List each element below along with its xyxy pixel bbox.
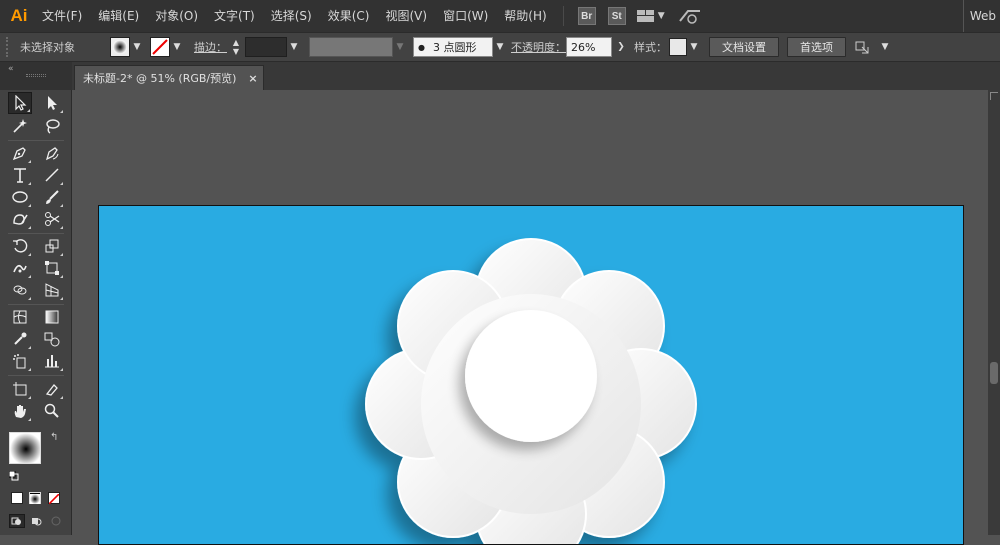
menu-object[interactable]: 对象(O) [147, 0, 206, 32]
ellipse-tool-icon[interactable] [8, 186, 32, 208]
magic-wand-tool-icon[interactable] [8, 115, 32, 137]
lasso-tool-icon[interactable] [40, 115, 64, 137]
width-tool-icon[interactable] [8, 257, 32, 279]
stroke-weight-field[interactable] [245, 37, 287, 57]
align-dropdown-icon[interactable]: ▼ [878, 37, 892, 57]
stock-button[interactable]: St [607, 7, 626, 25]
symbol-sprayer-tool-icon[interactable] [8, 350, 32, 372]
scissors-tool-icon[interactable] [40, 208, 64, 230]
app-logo: Ai [10, 6, 28, 25]
chevron-down-icon[interactable]: ▼ [658, 11, 670, 21]
menu-view[interactable]: 视图(V) [377, 0, 435, 32]
menu-file[interactable]: 文件(F) [34, 0, 90, 32]
menu-effect[interactable]: 效果(C) [320, 0, 378, 32]
menu-select[interactable]: 选择(S) [263, 0, 320, 32]
gradient-mode-icon[interactable] [29, 492, 41, 504]
zoom-tool-icon[interactable] [40, 400, 64, 422]
brush-definition[interactable]: ● 3 点圆形 [413, 37, 493, 57]
stroke-weight-dropdown-icon[interactable]: ▼ [287, 37, 301, 57]
hand-tool-icon[interactable] [8, 400, 32, 422]
style-label: 样式： [634, 41, 667, 54]
draw-behind-icon[interactable] [29, 514, 45, 528]
rotate-tool-icon[interactable] [8, 235, 32, 257]
line-segment-tool-icon[interactable] [40, 164, 64, 186]
shaper-tool-icon[interactable] [8, 208, 32, 230]
collapse-panel-icon[interactable]: « [8, 64, 14, 74]
default-fill-stroke-icon[interactable] [8, 470, 19, 481]
bridge-button[interactable]: Br [577, 7, 596, 25]
preferences-button[interactable]: 首选项 [787, 37, 846, 57]
swap-fill-stroke-icon[interactable]: ↰ [50, 432, 58, 443]
menu-window[interactable]: 窗口(W) [435, 0, 496, 32]
direct-selection-tool-icon[interactable] [40, 92, 64, 114]
close-tab-icon[interactable]: × [248, 72, 257, 85]
paintbrush-tool-icon[interactable] [40, 186, 64, 208]
brush-dropdown-icon[interactable]: ▼ [493, 37, 507, 57]
menu-help[interactable]: 帮助(H) [496, 0, 554, 32]
fill-color-swatch[interactable] [9, 432, 41, 464]
eyedropper-tool-icon[interactable] [8, 328, 32, 350]
document-setup-button[interactable]: 文档设置 [709, 37, 779, 57]
stroke-weight-stepper-icon[interactable]: ▲ ▼ [229, 37, 243, 57]
brush-dot-icon: ● [418, 42, 425, 52]
free-transform-tool-icon[interactable] [40, 257, 64, 279]
blend-tool-icon[interactable] [40, 328, 64, 350]
flower-center [465, 310, 597, 442]
artboard-tool-icon[interactable] [8, 378, 32, 400]
vertical-scrollbar[interactable] [988, 90, 1000, 535]
scale-tool-icon[interactable] [40, 235, 64, 257]
profile-dropdown-icon: ▼ [396, 42, 404, 52]
draw-normal-icon[interactable] [9, 514, 25, 528]
align-panel-icon[interactable] [854, 37, 878, 57]
stroke-swatch[interactable] [150, 37, 170, 57]
style-dropdown-icon[interactable]: ▼ [687, 37, 701, 57]
opacity-expand-icon[interactable]: ❯ [612, 37, 630, 57]
brush-value: 3 点圆形 [432, 41, 477, 54]
menu-bar: Ai 文件(F) 编辑(E) 对象(O) 文字(T) 选择(S) 效果(C) 视… [0, 0, 1000, 32]
gpu-performance-icon[interactable] [678, 6, 706, 26]
document-tab[interactable]: 未标题-2* @ 51% (RGB/预览) × [74, 65, 264, 90]
scrollbar-thumb[interactable] [990, 362, 998, 384]
opacity-field[interactable]: 26% [566, 37, 612, 57]
workspace-separator [962, 0, 964, 32]
type-tool-icon[interactable] [8, 164, 32, 186]
curvature-tool-icon[interactable] [40, 142, 64, 164]
arrange-documents-icon[interactable] [636, 7, 658, 25]
selection-status: 未选择对象 [20, 41, 75, 54]
fill-swatch[interactable] [110, 37, 130, 57]
control-bar-grip[interactable] [6, 37, 12, 57]
toolbox: ↰ [0, 90, 72, 535]
menu-edit[interactable]: 编辑(E) [90, 0, 147, 32]
none-mode-icon[interactable] [48, 492, 60, 505]
perspective-grid-tool-icon[interactable] [40, 279, 64, 301]
control-bar: 未选择对象 ▼ ▼ 描边： ▲ ▼ ▼ ▼ ● 3 点圆形 ▼ 不透明度： 26%… [0, 32, 1000, 62]
eraser-tool-icon[interactable] [40, 378, 64, 400]
gradient-tool-icon[interactable] [40, 306, 64, 328]
workspace-switcher[interactable]: Web [970, 9, 1000, 23]
mesh-tool-icon[interactable] [8, 306, 32, 328]
flower-illustration [365, 238, 697, 544]
graphic-style-swatch[interactable] [669, 38, 687, 56]
toolbox-header: « [0, 62, 72, 90]
selection-tool-icon[interactable] [8, 92, 32, 114]
fill-dropdown-icon[interactable]: ▼ [130, 37, 144, 57]
opacity-label: 不透明度： [511, 41, 566, 54]
scroll-up-icon[interactable] [990, 92, 998, 100]
artboard[interactable] [98, 205, 964, 545]
shape-builder-tool-icon[interactable] [8, 279, 32, 301]
menu-type[interactable]: 文字(T) [206, 0, 263, 32]
variable-width-profile[interactable] [309, 37, 393, 57]
stroke-label: 描边： [194, 41, 227, 54]
pen-tool-icon[interactable] [8, 142, 32, 164]
color-mode-icon[interactable] [11, 492, 23, 504]
draw-inside-icon[interactable] [48, 514, 64, 528]
toolbox-grip[interactable] [26, 74, 46, 77]
column-graph-tool-icon[interactable] [40, 350, 64, 372]
menu-separator [562, 6, 564, 26]
document-tab-title: 未标题-2* @ 51% (RGB/预览) [83, 72, 237, 85]
stroke-dropdown-icon[interactable]: ▼ [170, 37, 184, 57]
